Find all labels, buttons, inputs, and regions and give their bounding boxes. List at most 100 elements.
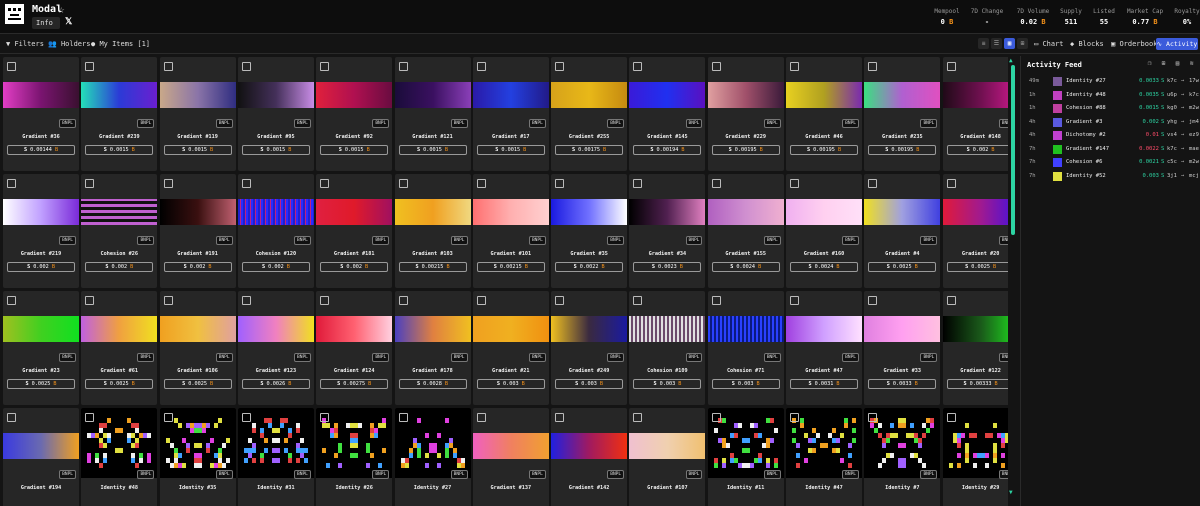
nft-card[interactable]: BNPL Gradient #219 S 0.002 B: [3, 174, 79, 288]
select-checkbox[interactable]: [163, 179, 173, 188]
price-button[interactable]: S 0.003 B: [633, 379, 702, 389]
nft-card[interactable]: BNPL Identity #29: [942, 408, 1008, 506]
nft-card[interactable]: BNPL Gradient #46 S 0.00195 B: [786, 57, 862, 171]
nft-card[interactable]: BNPL Gradient #33 S 0.0033 B: [864, 291, 941, 405]
price-button[interactable]: S 0.002 B: [946, 145, 1008, 155]
select-checkbox[interactable]: [868, 62, 878, 71]
nft-card[interactable]: BNPL Gradient #103 S 0.00215 B: [394, 174, 471, 288]
nft-card[interactable]: BNPL Gradient #137: [472, 408, 549, 506]
info-dropdown[interactable]: Info ⌄: [32, 17, 60, 39]
nft-image[interactable]: [394, 82, 471, 108]
nft-card[interactable]: BNPL Cohesion #71 S 0.003 B: [707, 291, 784, 405]
nft-image[interactable]: [629, 433, 706, 459]
select-checkbox[interactable]: [7, 296, 16, 305]
select-checkbox[interactable]: [476, 62, 486, 71]
nft-image[interactable]: [551, 316, 628, 342]
select-checkbox[interactable]: [946, 296, 956, 305]
nft-image[interactable]: [786, 199, 862, 225]
copy-icon[interactable]: ❐: [1145, 60, 1154, 69]
blocks-button[interactable]: ◆ Blocks: [1070, 38, 1104, 51]
price-button[interactable]: S 0.003 B: [711, 379, 780, 389]
nft-image[interactable]: [629, 82, 706, 108]
price-button[interactable]: S 0.002 B: [85, 262, 154, 272]
feed-row[interactable]: 1h Identity #48 0.0035 Su6p → k7c: [1021, 90, 1200, 104]
nft-card[interactable]: BNPL Gradient #35 S 0.0022 B: [551, 174, 628, 288]
select-checkbox[interactable]: [711, 413, 721, 422]
price-button[interactable]: S 0.0033 B: [868, 379, 937, 389]
nft-card[interactable]: BNPL Gradient #17 S 0.0015 B: [472, 57, 549, 171]
select-checkbox[interactable]: [241, 413, 251, 422]
price-button[interactable]: S 0.0015 B: [241, 145, 310, 155]
nft-image[interactable]: [316, 316, 393, 342]
nft-card[interactable]: BNPL Gradient #21 S 0.003 B: [472, 291, 549, 405]
select-checkbox[interactable]: [946, 413, 956, 422]
price-button[interactable]: S 0.0023 B: [633, 262, 702, 272]
nft-card[interactable]: BNPL Identity #27: [394, 408, 471, 506]
select-checkbox[interactable]: [320, 179, 330, 188]
chart-button[interactable]: ▭ Chart: [1034, 38, 1064, 51]
select-checkbox[interactable]: [711, 62, 721, 71]
nft-image[interactable]: [942, 82, 1008, 108]
select-checkbox[interactable]: [85, 179, 95, 188]
price-button[interactable]: S 0.00175 B: [555, 145, 624, 155]
nft-image[interactable]: [551, 82, 628, 108]
nft-card[interactable]: BNPL Identity #31: [237, 408, 314, 506]
nft-card[interactable]: BNPL Gradient #95 S 0.0015 B: [237, 57, 314, 171]
select-checkbox[interactable]: [7, 413, 16, 422]
nft-image[interactable]: [864, 82, 941, 108]
select-checkbox[interactable]: [398, 179, 408, 188]
select-checkbox[interactable]: [476, 413, 486, 422]
price-button[interactable]: S 0.0025 B: [868, 262, 937, 272]
nft-image[interactable]: [942, 199, 1008, 225]
select-checkbox[interactable]: [320, 413, 330, 422]
nft-card[interactable]: BNPL Gradient #124 S 0.00275 B: [316, 291, 393, 405]
price-button[interactable]: S 0.0031 B: [790, 379, 858, 389]
nft-card[interactable]: BNPL Identity #11: [707, 408, 784, 506]
price-button[interactable]: S 0.0028 B: [398, 379, 467, 389]
feed-row[interactable]: 7h Cohesion #6 0.0021 Sc5c → m2w: [1021, 157, 1200, 171]
nft-image[interactable]: [3, 433, 79, 459]
nft-image[interactable]: [551, 199, 628, 225]
select-checkbox[interactable]: [85, 413, 95, 422]
price-button[interactable]: S 0.00194 B: [633, 145, 702, 155]
select-checkbox[interactable]: [946, 179, 956, 188]
price-button[interactable]: S 0.00215 B: [476, 262, 545, 272]
price-button[interactable]: S 0.0024 B: [711, 262, 780, 272]
nft-image[interactable]: [3, 316, 79, 342]
nft-card[interactable]: BNPL Identity #26: [316, 408, 393, 506]
price-button[interactable]: S 0.0026 B: [241, 379, 310, 389]
collection-logo[interactable]: [5, 4, 24, 24]
price-button[interactable]: S 0.00144 B: [7, 145, 75, 155]
feed-row[interactable]: 49m Identity #27 0.0033 Sk7c → 17w: [1021, 76, 1200, 90]
select-checkbox[interactable]: [790, 62, 799, 71]
price-button[interactable]: S 0.0025 B: [85, 379, 154, 389]
nft-image[interactable]: [707, 316, 784, 342]
price-button[interactable]: S 0.0015 B: [85, 145, 154, 155]
select-checkbox[interactable]: [476, 179, 486, 188]
select-checkbox[interactable]: [85, 62, 95, 71]
select-checkbox[interactable]: [320, 62, 330, 71]
select-checkbox[interactable]: [711, 179, 721, 188]
select-checkbox[interactable]: [241, 62, 251, 71]
feed-row[interactable]: 7h Gradient #147 0.0022 Sk7c → mae: [1021, 144, 1200, 158]
select-checkbox[interactable]: [633, 296, 643, 305]
select-checkbox[interactable]: [398, 413, 408, 422]
select-checkbox[interactable]: [633, 62, 643, 71]
price-button[interactable]: S 0.0015 B: [320, 145, 389, 155]
nft-image[interactable]: [629, 199, 706, 225]
nft-card[interactable]: BNPL Gradient #119 S 0.0015 B: [159, 57, 236, 171]
price-button[interactable]: S 0.00195 B: [711, 145, 780, 155]
price-button[interactable]: S 0.0015 B: [476, 145, 545, 155]
price-button[interactable]: S 0.0022 B: [555, 262, 624, 272]
price-button[interactable]: S 0.00215 B: [398, 262, 467, 272]
nft-image[interactable]: [3, 82, 79, 108]
nft-card[interactable]: BNPL Identity #48: [81, 408, 158, 506]
nft-card[interactable]: BNPL Gradient #181 S 0.002 B: [316, 174, 393, 288]
nft-card[interactable]: BNPL Gradient #122 S0.00333B: [942, 291, 1008, 405]
nft-image[interactable]: [81, 316, 158, 342]
holders-button[interactable]: 👥 Holders: [48, 38, 90, 51]
nft-image[interactable]: [237, 316, 314, 342]
price-button[interactable]: S 0.0015 B: [398, 145, 467, 155]
price-button[interactable]: S 0.0015 B: [163, 145, 232, 155]
feed-row[interactable]: 4h Gradient #3 0.002 Syhg → jm4: [1021, 117, 1200, 131]
